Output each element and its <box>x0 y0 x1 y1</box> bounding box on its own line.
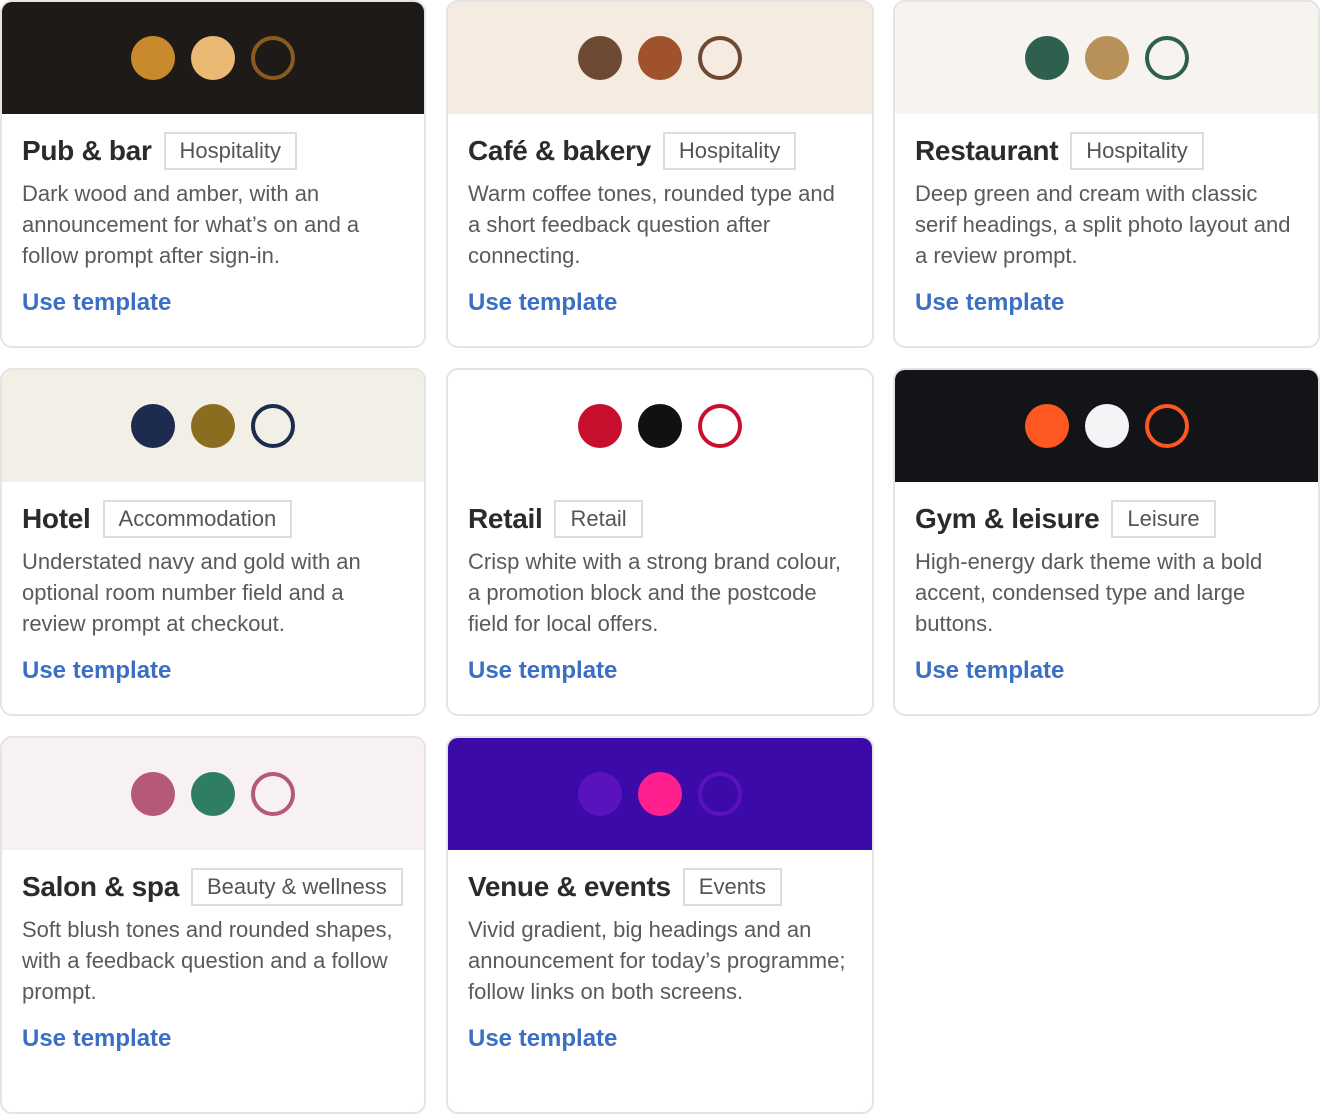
template-title: Retail <box>468 503 543 534</box>
template-title: Café & bakery <box>468 135 651 166</box>
template-title: Gym & leisure <box>915 503 1100 534</box>
template-description: High-energy dark theme with a bold accen… <box>915 549 1263 636</box>
category-tag: Hospitality <box>163 132 298 170</box>
secondary-color-swatch <box>191 772 235 816</box>
outline-color-swatch <box>251 36 295 80</box>
use-template-link[interactable]: Use template <box>22 657 171 685</box>
outline-color-swatch <box>698 404 742 448</box>
primary-color-swatch <box>578 36 622 80</box>
template-description: Crisp white with a strong brand colour, … <box>468 549 841 636</box>
template-description: Soft blush tones and rounded shapes, wit… <box>22 917 393 1004</box>
template-card-hotel: Hotel Accommodation Understated navy and… <box>0 368 426 716</box>
outline-color-swatch <box>251 772 295 816</box>
template-title: Restaurant <box>915 135 1059 166</box>
color-preview <box>448 738 872 850</box>
secondary-color-swatch <box>638 404 682 448</box>
primary-color-swatch <box>131 772 175 816</box>
use-template-link[interactable]: Use template <box>468 1025 617 1053</box>
secondary-color-swatch <box>191 36 235 80</box>
template-card-retail: Retail Retail Crisp white with a strong … <box>446 368 874 716</box>
template-description: Vivid gradient, big headings and an anno… <box>468 917 846 1004</box>
template-description: Dark wood and amber, with an announcemen… <box>22 181 360 268</box>
template-gallery: Pub & bar Hospitality Dark wood and ambe… <box>0 0 1320 1114</box>
template-title: Venue & events <box>468 871 671 902</box>
template-card-restaurant: Restaurant Hospitality Deep green and cr… <box>893 0 1320 348</box>
color-preview <box>895 370 1318 482</box>
secondary-color-swatch <box>638 772 682 816</box>
primary-color-swatch <box>131 36 175 80</box>
category-tag: Leisure <box>1111 500 1216 538</box>
category-tag: Hospitality <box>662 132 797 170</box>
secondary-color-swatch <box>1084 404 1129 448</box>
category-tag: Beauty & wellness <box>190 868 403 906</box>
category-tag: Retail <box>554 500 643 538</box>
outline-color-swatch <box>698 36 742 80</box>
outline-color-swatch <box>698 772 742 816</box>
color-preview <box>2 370 424 482</box>
color-preview <box>448 370 872 482</box>
template-title: Hotel <box>22 503 91 534</box>
secondary-color-swatch <box>191 404 235 448</box>
color-preview <box>2 2 424 114</box>
use-template-link[interactable]: Use template <box>22 289 171 317</box>
template-description: Warm coffee tones, rounded type and a sh… <box>468 181 835 268</box>
outline-color-swatch <box>1144 404 1189 448</box>
template-description: Deep green and cream with classic serif … <box>915 181 1291 268</box>
template-description: Understated navy and gold with an option… <box>22 549 361 636</box>
category-tag: Accommodation <box>102 500 293 538</box>
template-card-gym-leisure: Gym & leisure Leisure High-energy dark t… <box>893 368 1320 716</box>
outline-color-swatch <box>251 404 295 448</box>
secondary-color-swatch <box>638 36 682 80</box>
category-tag: Hospitality <box>1070 132 1204 170</box>
color-preview <box>448 2 872 114</box>
primary-color-swatch <box>578 404 622 448</box>
use-template-link[interactable]: Use template <box>468 657 617 685</box>
use-template-link[interactable]: Use template <box>915 289 1064 317</box>
template-card-cafe-bakery: Café & bakery Hospitality Warm coffee to… <box>446 0 874 348</box>
use-template-link[interactable]: Use template <box>915 657 1064 685</box>
use-template-link[interactable]: Use template <box>22 1025 171 1053</box>
template-title: Salon & spa <box>22 871 179 902</box>
color-preview <box>2 738 424 850</box>
template-title: Pub & bar <box>22 135 152 166</box>
secondary-color-swatch <box>1084 36 1129 80</box>
use-template-link[interactable]: Use template <box>468 289 617 317</box>
template-card-pub-bar: Pub & bar Hospitality Dark wood and ambe… <box>0 0 426 348</box>
primary-color-swatch <box>131 404 175 448</box>
primary-color-swatch <box>1024 404 1069 448</box>
primary-color-swatch <box>578 772 622 816</box>
primary-color-swatch <box>1024 36 1069 80</box>
template-card-salon-spa: Salon & spa Beauty & wellness Soft blush… <box>0 736 426 1114</box>
color-preview <box>895 2 1318 114</box>
template-card-venue-events: Venue & events Events Vivid gradient, bi… <box>446 736 874 1114</box>
outline-color-swatch <box>1144 36 1189 80</box>
category-tag: Events <box>682 868 783 906</box>
